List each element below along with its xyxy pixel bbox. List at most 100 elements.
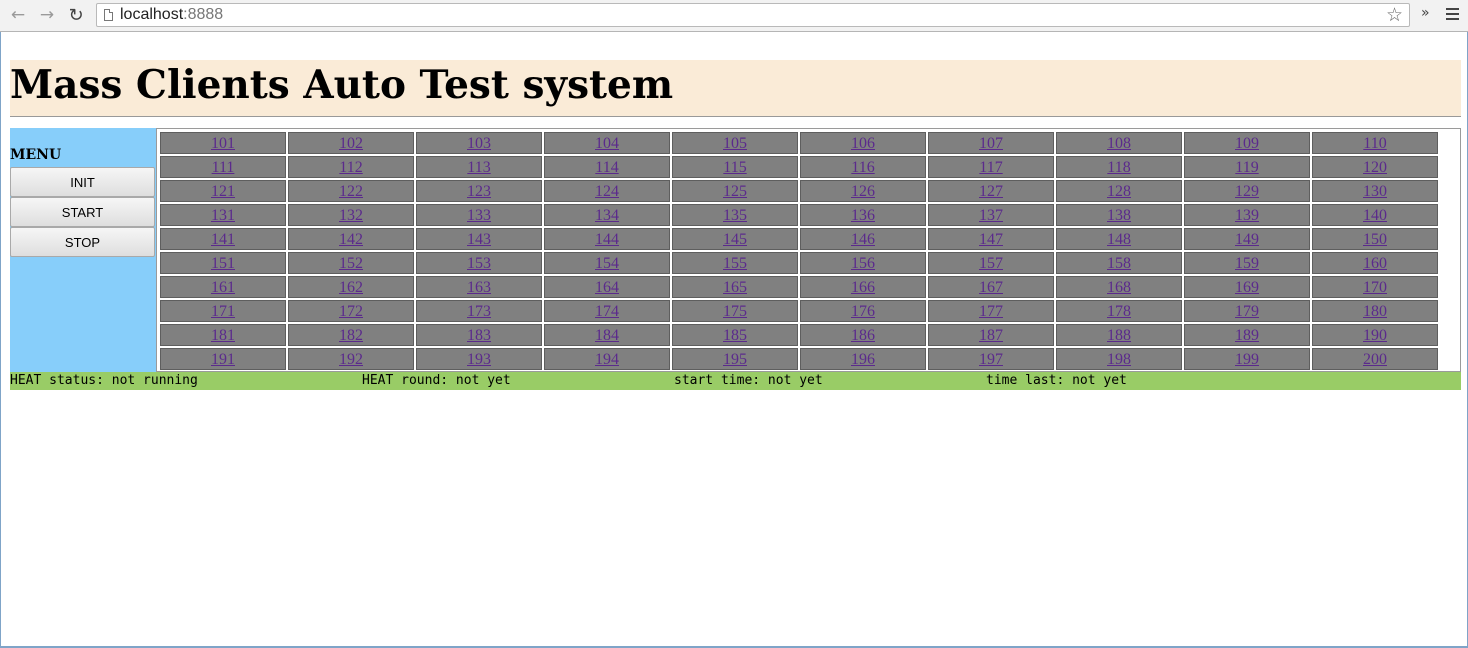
bookmark-star-icon[interactable]: ☆ — [1386, 4, 1403, 26]
client-link[interactable]: 181 — [211, 327, 235, 344]
client-link[interactable]: 121 — [211, 183, 235, 200]
client-link[interactable]: 190 — [1363, 327, 1387, 344]
client-link[interactable]: 192 — [339, 351, 363, 368]
client-link[interactable]: 107 — [979, 135, 1003, 152]
stop-button[interactable]: STOP — [10, 227, 155, 257]
client-link[interactable]: 194 — [595, 351, 619, 368]
client-link[interactable]: 200 — [1363, 351, 1387, 368]
client-link[interactable]: 154 — [595, 255, 619, 272]
client-link[interactable]: 116 — [851, 159, 874, 176]
client-link[interactable]: 187 — [979, 327, 1003, 344]
client-link[interactable]: 173 — [467, 303, 491, 320]
client-link[interactable]: 177 — [979, 303, 1003, 320]
back-arrow-icon[interactable]: ← — [7, 4, 29, 26]
client-link[interactable]: 132 — [339, 207, 363, 224]
client-link[interactable]: 141 — [211, 231, 235, 248]
client-link[interactable]: 157 — [979, 255, 1003, 272]
client-link[interactable]: 167 — [979, 279, 1003, 296]
client-link[interactable]: 159 — [1235, 255, 1259, 272]
client-link[interactable]: 126 — [851, 183, 875, 200]
client-link[interactable]: 115 — [723, 159, 746, 176]
client-link[interactable]: 168 — [1107, 279, 1131, 296]
client-link[interactable]: 199 — [1235, 351, 1259, 368]
client-link[interactable]: 129 — [1235, 183, 1259, 200]
client-link[interactable]: 155 — [723, 255, 747, 272]
client-link[interactable]: 170 — [1363, 279, 1387, 296]
client-link[interactable]: 143 — [467, 231, 491, 248]
client-link[interactable]: 122 — [339, 183, 363, 200]
client-link[interactable]: 118 — [1107, 159, 1130, 176]
client-link[interactable]: 111 — [212, 159, 235, 176]
client-link[interactable]: 197 — [979, 351, 1003, 368]
reload-icon[interactable]: ↻ — [65, 4, 87, 26]
client-link[interactable]: 174 — [595, 303, 619, 320]
client-link[interactable]: 144 — [595, 231, 619, 248]
client-link[interactable]: 114 — [595, 159, 618, 176]
client-link[interactable]: 183 — [467, 327, 491, 344]
client-link[interactable]: 171 — [211, 303, 235, 320]
client-link[interactable]: 184 — [595, 327, 619, 344]
client-link[interactable]: 139 — [1235, 207, 1259, 224]
client-link[interactable]: 112 — [339, 159, 362, 176]
client-link[interactable]: 178 — [1107, 303, 1131, 320]
client-link[interactable]: 104 — [595, 135, 619, 152]
client-link[interactable]: 133 — [467, 207, 491, 224]
address-bar[interactable]: localhost:8888 ☆ — [96, 3, 1410, 27]
client-link[interactable]: 149 — [1235, 231, 1259, 248]
client-link[interactable]: 196 — [851, 351, 875, 368]
client-link[interactable]: 180 — [1363, 303, 1387, 320]
client-link[interactable]: 186 — [851, 327, 875, 344]
client-link[interactable]: 108 — [1107, 135, 1131, 152]
client-link[interactable]: 165 — [723, 279, 747, 296]
client-link[interactable]: 106 — [851, 135, 875, 152]
client-link[interactable]: 152 — [339, 255, 363, 272]
client-link[interactable]: 130 — [1363, 183, 1387, 200]
client-link[interactable]: 191 — [211, 351, 235, 368]
extensions-overflow-icon[interactable]: » — [1421, 5, 1430, 21]
client-link[interactable]: 113 — [467, 159, 490, 176]
client-link[interactable]: 137 — [979, 207, 1003, 224]
client-link[interactable]: 175 — [723, 303, 747, 320]
client-link[interactable]: 127 — [979, 183, 1003, 200]
client-link[interactable]: 145 — [723, 231, 747, 248]
client-link[interactable]: 138 — [1107, 207, 1131, 224]
client-link[interactable]: 150 — [1363, 231, 1387, 248]
client-link[interactable]: 179 — [1235, 303, 1259, 320]
client-link[interactable]: 160 — [1363, 255, 1387, 272]
client-link[interactable]: 195 — [723, 351, 747, 368]
init-button[interactable]: INIT — [10, 167, 155, 197]
client-link[interactable]: 164 — [595, 279, 619, 296]
client-link[interactable]: 153 — [467, 255, 491, 272]
client-link[interactable]: 182 — [339, 327, 363, 344]
client-link[interactable]: 161 — [211, 279, 235, 296]
start-button[interactable]: START — [10, 197, 155, 227]
client-link[interactable]: 117 — [979, 159, 1002, 176]
client-link[interactable]: 119 — [1235, 159, 1258, 176]
client-link[interactable]: 102 — [339, 135, 363, 152]
client-link[interactable]: 166 — [851, 279, 875, 296]
client-link[interactable]: 103 — [467, 135, 491, 152]
client-link[interactable]: 162 — [339, 279, 363, 296]
client-link[interactable]: 148 — [1107, 231, 1131, 248]
client-link[interactable]: 134 — [595, 207, 619, 224]
client-link[interactable]: 185 — [723, 327, 747, 344]
client-link[interactable]: 109 — [1235, 135, 1259, 152]
client-link[interactable]: 163 — [467, 279, 491, 296]
client-link[interactable]: 105 — [723, 135, 747, 152]
client-link[interactable]: 147 — [979, 231, 1003, 248]
client-link[interactable]: 156 — [851, 255, 875, 272]
client-link[interactable]: 176 — [851, 303, 875, 320]
client-link[interactable]: 140 — [1363, 207, 1387, 224]
client-link[interactable]: 189 — [1235, 327, 1259, 344]
client-link[interactable]: 136 — [851, 207, 875, 224]
client-link[interactable]: 131 — [211, 207, 235, 224]
client-link[interactable]: 193 — [467, 351, 491, 368]
client-link[interactable]: 120 — [1363, 159, 1387, 176]
client-link[interactable]: 151 — [211, 255, 235, 272]
client-link[interactable]: 188 — [1107, 327, 1131, 344]
forward-arrow-icon[interactable]: → — [36, 4, 58, 26]
client-link[interactable]: 146 — [851, 231, 875, 248]
client-link[interactable]: 128 — [1107, 183, 1131, 200]
browser-menu-icon[interactable] — [1446, 8, 1459, 20]
client-link[interactable]: 124 — [595, 183, 619, 200]
